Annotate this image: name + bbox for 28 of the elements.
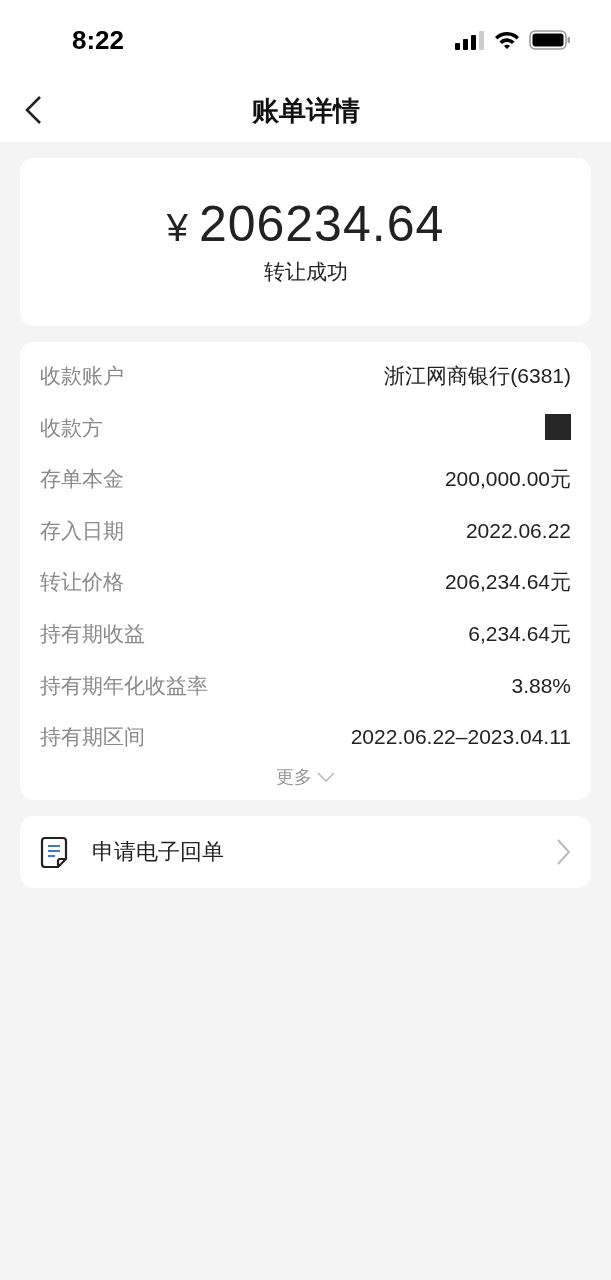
detail-value: 200,000.00元 bbox=[444, 466, 571, 493]
detail-label: 收款账户 bbox=[40, 363, 124, 390]
status-time: 8:22 bbox=[72, 23, 125, 57]
detail-label: 存入日期 bbox=[40, 517, 124, 544]
detail-value: 6,234.64元 bbox=[468, 621, 571, 647]
document-icon bbox=[40, 835, 68, 868]
detail-label: 存单本金 bbox=[40, 466, 124, 493]
detail-label: 收款方 bbox=[40, 414, 103, 441]
receipt-row[interactable]: 申请电子回单 bbox=[20, 815, 591, 888]
battery-icon bbox=[529, 30, 571, 50]
amount-text: ¥ 206234.64 bbox=[166, 196, 445, 252]
detail-value: 2022.06.22–2023.04.11 bbox=[350, 724, 571, 751]
detail-value: 2022.06.22 bbox=[465, 517, 571, 544]
detail-label: 持有期收益 bbox=[40, 621, 145, 647]
detail-label: 转让价格 bbox=[40, 569, 124, 596]
detail-value: 206,234.64元 bbox=[444, 569, 571, 596]
chevron-right-icon bbox=[555, 837, 571, 866]
page-title: 账单详情 bbox=[251, 94, 360, 128]
redaction-block bbox=[545, 414, 571, 441]
chevron-down-icon bbox=[315, 771, 336, 784]
receipt-label: 申请电子回单 bbox=[92, 838, 225, 867]
wifi-icon bbox=[493, 30, 521, 50]
detail-label: 持有期年化收益率 bbox=[40, 672, 208, 699]
detail-label: 持有期区间 bbox=[40, 724, 145, 751]
status-text: 转让成功 bbox=[263, 258, 348, 285]
detail-value: 3.88% bbox=[511, 672, 571, 699]
detail-value: 浙江网商银行(6381) bbox=[384, 363, 571, 390]
signal-icon bbox=[455, 30, 485, 50]
